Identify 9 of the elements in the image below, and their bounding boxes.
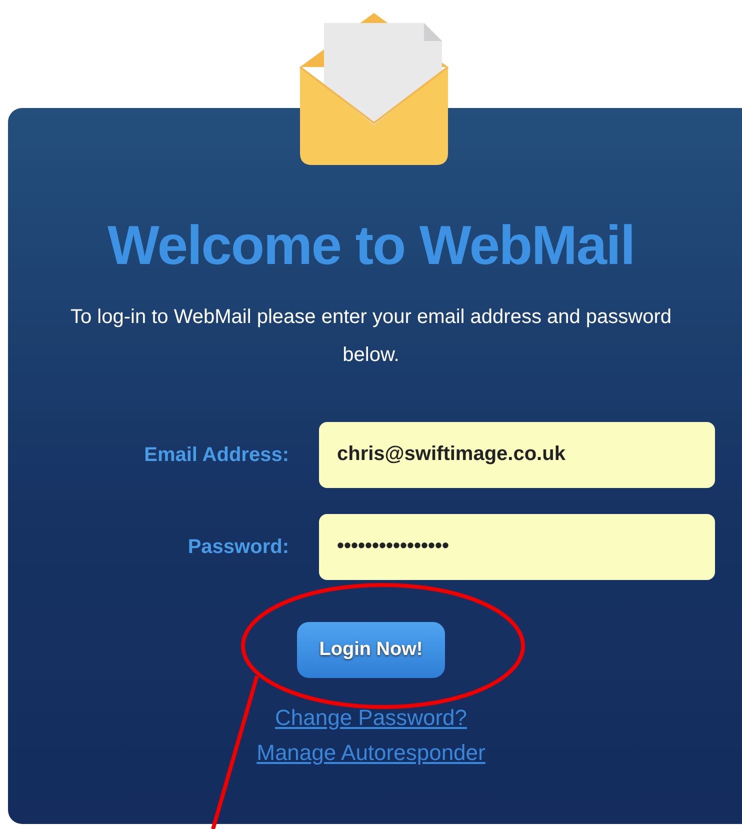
page-title: Welcome to WebMail xyxy=(107,215,634,276)
email-field[interactable]: chris@swiftimage.co.uk xyxy=(319,422,715,488)
field-label: Email Address: xyxy=(143,442,289,468)
login-button[interactable]: Login Now! xyxy=(297,622,445,678)
text-link[interactable]: Change Password? xyxy=(274,700,467,736)
text-link[interactable]: Manage Autoresponder xyxy=(256,735,486,770)
intro-text: To log-in to WebMail please enter your email address and password below. xyxy=(69,304,673,368)
password-field[interactable]: •••••••••••••••• xyxy=(319,514,715,580)
field-label: Password: xyxy=(186,534,289,560)
